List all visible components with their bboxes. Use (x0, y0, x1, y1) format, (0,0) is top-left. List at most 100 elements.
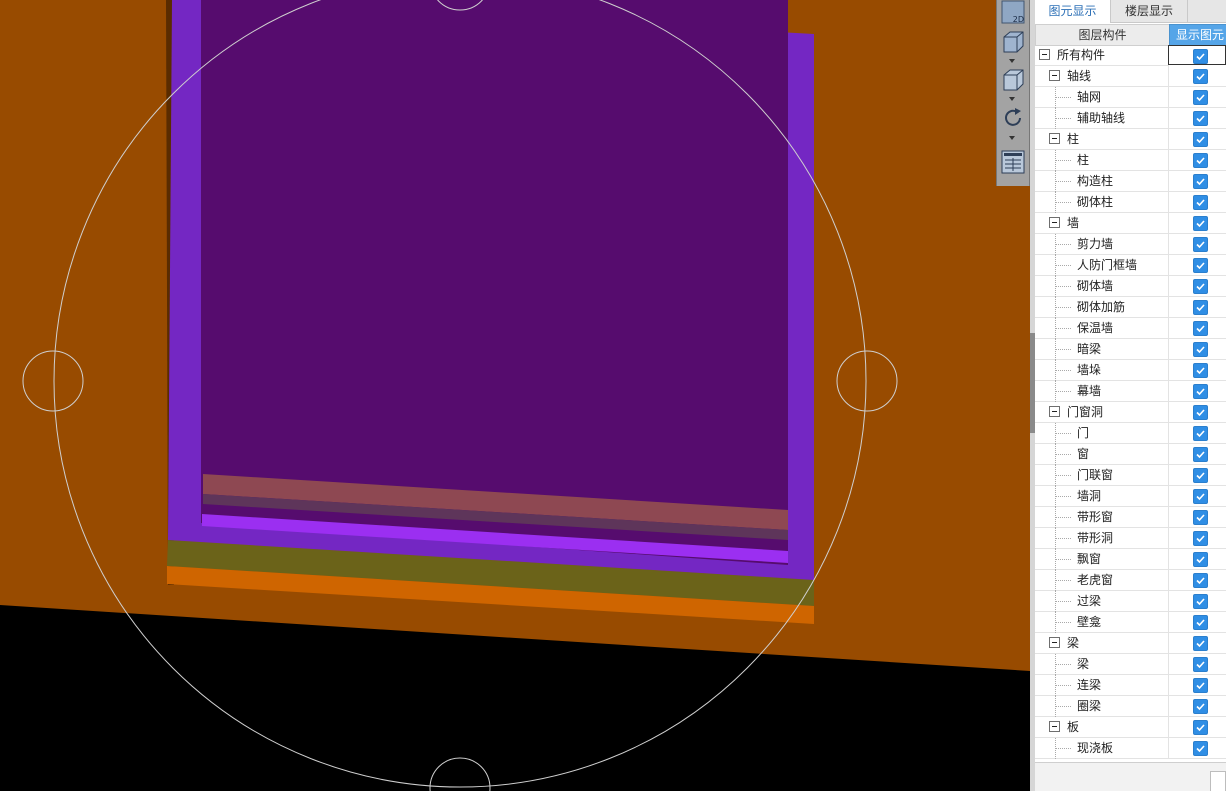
show-checkbox[interactable] (1193, 720, 1208, 735)
show-checkbox[interactable] (1193, 468, 1208, 483)
tree-row[interactable]: 板 (1035, 717, 1226, 738)
show-checkbox[interactable] (1193, 636, 1208, 651)
show-checkbox[interactable] (1193, 195, 1208, 210)
collapse-icon[interactable] (1049, 217, 1060, 228)
show-checkbox[interactable] (1193, 657, 1208, 672)
tree-row[interactable]: 暗梁 (1035, 339, 1226, 360)
tree-row[interactable]: 连梁 (1035, 675, 1226, 696)
collapse-icon[interactable] (1049, 637, 1060, 648)
tree-row[interactable]: 门 (1035, 423, 1226, 444)
tree-row[interactable]: 轴线 (1035, 66, 1226, 87)
footer-button[interactable] (1210, 771, 1226, 791)
tree-row[interactable]: 剪力墙 (1035, 234, 1226, 255)
show-checkbox[interactable] (1193, 489, 1208, 504)
show-cell (1169, 150, 1226, 171)
show-checkbox[interactable] (1193, 49, 1208, 64)
tree-row[interactable]: 构造柱 (1035, 171, 1226, 192)
tree-label: 门联窗 (1077, 468, 1114, 482)
tree-row[interactable]: 带形窗 (1035, 507, 1226, 528)
show-checkbox[interactable] (1193, 258, 1208, 273)
show-checkbox[interactable] (1193, 90, 1208, 105)
tree-row[interactable]: 梁 (1035, 654, 1226, 675)
tree-row[interactable]: 柱 (1035, 129, 1226, 150)
tree-row[interactable]: 砌体柱 (1035, 192, 1226, 213)
layer-settings-button[interactable] (1001, 150, 1025, 174)
show-checkbox[interactable] (1193, 384, 1208, 399)
collapse-icon[interactable] (1049, 406, 1060, 417)
show-checkbox[interactable] (1193, 111, 1208, 126)
3d-viewport[interactable] (0, 0, 1030, 791)
show-checkbox[interactable] (1193, 174, 1208, 189)
show-checkbox[interactable] (1193, 279, 1208, 294)
rotate-button[interactable] (1001, 106, 1025, 130)
show-checkbox[interactable] (1193, 69, 1208, 84)
check-mark-icon (1196, 472, 1205, 480)
tree-row[interactable]: 墙垛 (1035, 360, 1226, 381)
show-checkbox[interactable] (1193, 615, 1208, 630)
tree-label: 现浇板 (1077, 741, 1114, 755)
collapse-icon[interactable] (1049, 70, 1060, 81)
tree-row[interactable]: 老虎窗 (1035, 570, 1226, 591)
tree-name-cell: 板 (1035, 717, 1169, 738)
tree-row[interactable]: 门窗洞 (1035, 402, 1226, 423)
tree-row[interactable]: 所有构件 (1035, 45, 1226, 66)
tree-row[interactable]: 保温墙 (1035, 318, 1226, 339)
tab-element-display[interactable]: 图元显示 (1035, 0, 1111, 23)
tree-row[interactable]: 窗 (1035, 444, 1226, 465)
tree-row[interactable]: 墙洞 (1035, 486, 1226, 507)
show-checkbox[interactable] (1193, 741, 1208, 756)
collapse-icon[interactable] (1049, 721, 1060, 732)
view-3d-solid-button[interactable] (1001, 68, 1025, 92)
tree-row[interactable]: 壁龛 (1035, 612, 1226, 633)
tree-row[interactable]: 带形洞 (1035, 528, 1226, 549)
column-header-show[interactable]: 显示图元 (1169, 24, 1226, 46)
show-checkbox[interactable] (1193, 216, 1208, 231)
tree-row[interactable]: 砌体加筋 (1035, 297, 1226, 318)
tree-row[interactable]: 过梁 (1035, 591, 1226, 612)
show-checkbox[interactable] (1193, 594, 1208, 609)
tree-label: 柱 (1077, 153, 1090, 167)
show-checkbox[interactable] (1193, 699, 1208, 714)
tree-row[interactable]: 辅助轴线 (1035, 108, 1226, 129)
show-checkbox[interactable] (1193, 510, 1208, 525)
view-3d-wire-button[interactable] (1001, 30, 1025, 54)
tree-row[interactable]: 现浇板 (1035, 738, 1226, 759)
tree-row[interactable]: 墙 (1035, 213, 1226, 234)
rotate-dropdown-icon[interactable] (1009, 136, 1015, 140)
tab-floor-display[interactable]: 楼层显示 (1111, 0, 1188, 22)
check-mark-icon (1196, 514, 1205, 522)
show-checkbox[interactable] (1193, 678, 1208, 693)
show-checkbox[interactable] (1193, 426, 1208, 441)
tree-connector (1055, 580, 1071, 581)
tree-row[interactable]: 梁 (1035, 633, 1226, 654)
show-checkbox[interactable] (1193, 573, 1208, 588)
show-checkbox[interactable] (1193, 405, 1208, 420)
show-checkbox[interactable] (1193, 531, 1208, 546)
show-checkbox[interactable] (1193, 153, 1208, 168)
collapse-icon[interactable] (1049, 133, 1060, 144)
view-3d-wire-dropdown-icon[interactable] (1009, 59, 1015, 63)
tree-name-cell: 现浇板 (1035, 738, 1169, 759)
view-2d-button[interactable]: 2D (1001, 0, 1025, 24)
show-checkbox[interactable] (1193, 552, 1208, 567)
show-checkbox[interactable] (1193, 342, 1208, 357)
check-mark-icon (1196, 283, 1205, 291)
show-checkbox[interactable] (1193, 132, 1208, 147)
grid-header: 图层构件 显示图元 (1035, 24, 1226, 46)
collapse-icon[interactable] (1039, 49, 1050, 60)
show-checkbox[interactable] (1193, 363, 1208, 378)
column-header-component[interactable]: 图层构件 (1035, 24, 1170, 46)
tree-row[interactable]: 幕墙 (1035, 381, 1226, 402)
show-checkbox[interactable] (1193, 447, 1208, 462)
tree-row[interactable]: 轴网 (1035, 87, 1226, 108)
tree-row[interactable]: 飘窗 (1035, 549, 1226, 570)
tree-row[interactable]: 柱 (1035, 150, 1226, 171)
view-3d-solid-dropdown-icon[interactable] (1009, 97, 1015, 101)
tree-row[interactable]: 人防门框墙 (1035, 255, 1226, 276)
tree-row[interactable]: 圈梁 (1035, 696, 1226, 717)
tree-row[interactable]: 砌体墙 (1035, 276, 1226, 297)
show-checkbox[interactable] (1193, 321, 1208, 336)
show-checkbox[interactable] (1193, 237, 1208, 252)
tree-row[interactable]: 门联窗 (1035, 465, 1226, 486)
show-checkbox[interactable] (1193, 300, 1208, 315)
